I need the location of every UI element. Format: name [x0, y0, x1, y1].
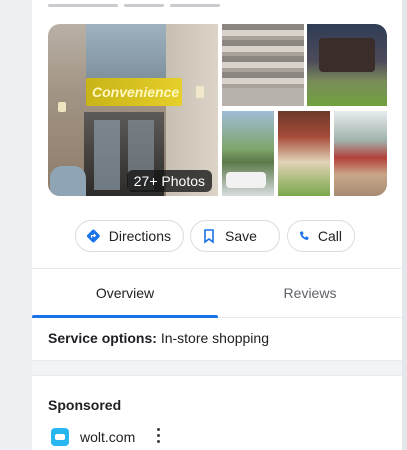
directions-label: Directions [108, 228, 171, 244]
photo-thumb-snacks[interactable] [278, 111, 330, 196]
place-card: Convenience St 27+ Photos Directions Sav… [32, 0, 402, 450]
tab-bar: Overview Reviews [32, 268, 402, 318]
photo-count-badge[interactable]: 27+ Photos [126, 170, 212, 192]
ad-domain-link[interactable]: wolt.com [80, 429, 135, 445]
store-sign: Convenience St [86, 78, 182, 128]
directions-button[interactable]: Directions [75, 220, 184, 252]
main-photo[interactable]: Convenience St 27+ Photos [48, 24, 218, 196]
phone-icon [299, 231, 309, 240]
photo-thumb-street[interactable] [334, 111, 387, 196]
service-options-value: In-store shopping [160, 330, 269, 346]
directions-icon [86, 229, 100, 243]
photo-thumb-shelves[interactable] [222, 24, 304, 106]
service-options: Service options: In-store shopping [48, 330, 269, 346]
page-edge [402, 0, 407, 450]
tab-overview[interactable]: Overview [32, 269, 218, 317]
wolt-favicon-icon [51, 428, 69, 446]
tab-active-indicator [32, 315, 218, 318]
bookmark-icon [204, 229, 214, 244]
header-remnant [48, 0, 248, 7]
call-button[interactable]: Call [287, 220, 355, 252]
call-label: Call [317, 228, 342, 244]
more-vert-icon[interactable] [156, 428, 162, 444]
save-label: Save [225, 228, 257, 244]
sponsored-heading: Sponsored [48, 397, 122, 413]
section-divider [32, 360, 402, 376]
photo-thumb-palm[interactable] [222, 111, 274, 196]
service-options-label: Service options: [48, 330, 157, 346]
tab-reviews[interactable]: Reviews [218, 269, 402, 317]
save-button[interactable]: Save [190, 220, 280, 252]
photo-thumb-products[interactable] [307, 24, 387, 106]
